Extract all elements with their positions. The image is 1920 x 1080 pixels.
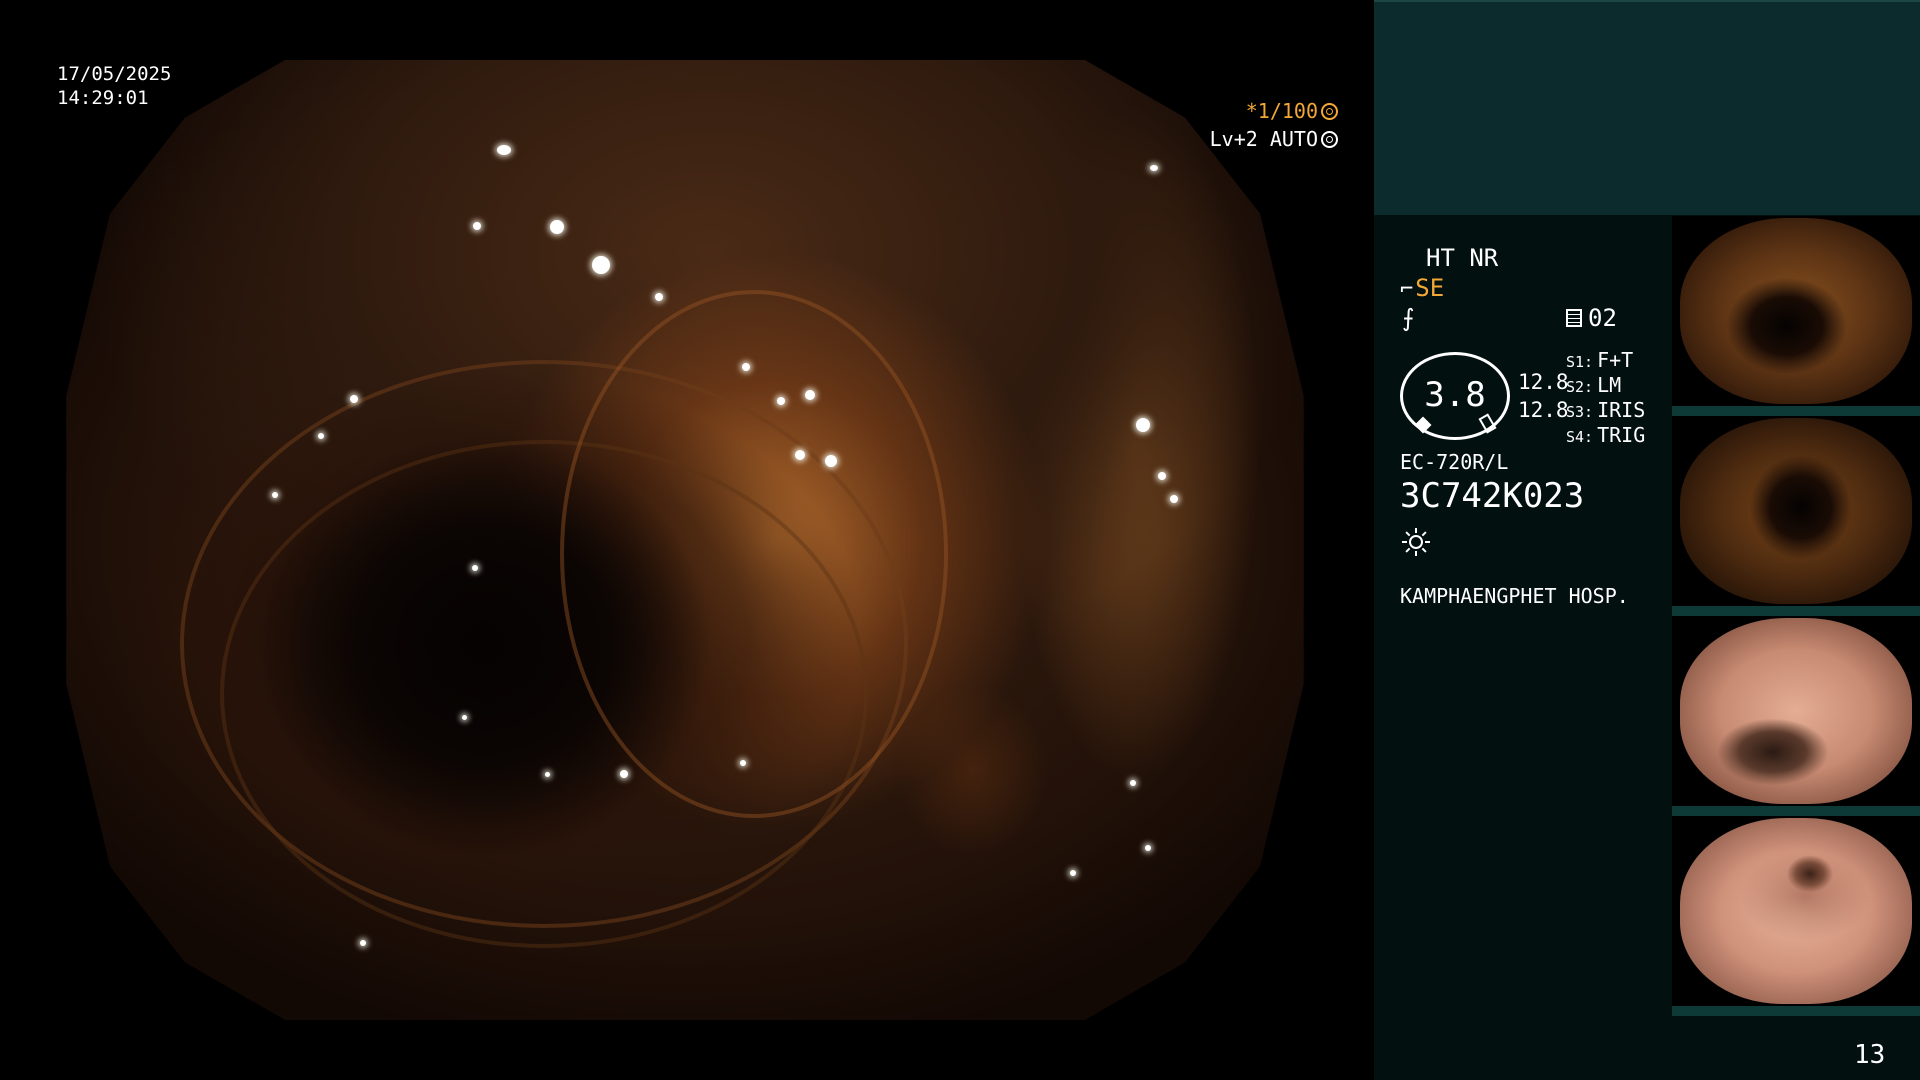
- zoom-gauge: 3.8: [1400, 352, 1510, 440]
- scope-button-key: S2:: [1566, 378, 1594, 396]
- capture-thumbnail[interactable]: [1672, 216, 1920, 416]
- specular-highlight: [318, 433, 324, 439]
- scope-serial: 3C742K023: [1400, 476, 1585, 516]
- scope-button-label: F+T: [1597, 348, 1634, 372]
- ht-nr-label: HT NR: [1426, 244, 1499, 272]
- thumbnail-image: [1680, 818, 1912, 1004]
- endoscopic-colon-image: [66, 60, 1304, 1020]
- specular-highlight: [497, 145, 511, 155]
- scope-button-key: S3:: [1566, 403, 1594, 421]
- zoom-value: 3.8: [1424, 375, 1486, 415]
- specular-highlight: [655, 293, 663, 301]
- readout-value-1: 12.8: [1518, 370, 1569, 394]
- zoom-needle-icon: [1414, 416, 1432, 434]
- specular-highlight: [350, 395, 358, 403]
- mucosal-fold: [560, 290, 948, 818]
- specular-highlight: [272, 492, 278, 498]
- scope-button-s2: S2: LM: [1566, 373, 1621, 397]
- hand-icon: ⌐: [1400, 277, 1414, 302]
- readout-value-2: 12.8: [1518, 398, 1569, 422]
- specular-highlight: [620, 770, 628, 778]
- specular-highlight: [592, 256, 610, 274]
- scope-button-s1: S1: F+T: [1566, 348, 1633, 372]
- scope-button-label: IRIS: [1597, 398, 1646, 422]
- structure-enhance-row: ⌐SE: [1400, 274, 1444, 302]
- specular-highlight: [1130, 780, 1136, 786]
- thumbnail-image: [1680, 618, 1912, 804]
- specular-highlight: [795, 450, 805, 460]
- scope-button-label: TRIG: [1597, 423, 1646, 447]
- thumbnail-image: [1680, 218, 1912, 404]
- scope-button-key: S4:: [1566, 428, 1594, 446]
- scope-button-s3: S3: IRIS: [1566, 398, 1645, 422]
- specular-highlight: [473, 222, 481, 230]
- scope-button-key: S1:: [1566, 353, 1594, 371]
- capture-thumbnail[interactable]: [1672, 816, 1920, 1016]
- structure-enhance-label: SE: [1415, 274, 1445, 302]
- thumbnail-image: [1680, 418, 1912, 604]
- specular-highlight: [805, 390, 815, 400]
- specular-highlight: [1150, 165, 1158, 171]
- zoom-flag-icon: [1478, 413, 1497, 434]
- specular-highlight: [360, 940, 366, 946]
- specular-highlight: [740, 760, 746, 766]
- light-source-icon: [1402, 528, 1430, 556]
- patient-info-bar: [1374, 0, 1920, 215]
- specular-highlight: [1070, 870, 1076, 876]
- status-panel: HT NR ⌐SE ⨍ 02 3.8 12.8 12.8 S1: F+T S2: L…: [1374, 0, 1920, 1080]
- scope-button-label: LM: [1597, 373, 1622, 397]
- page-number: 13: [1854, 1040, 1886, 1070]
- thumbnail-bar: [1672, 1006, 1920, 1016]
- specular-highlight: [1158, 472, 1166, 480]
- specular-highlight: [462, 715, 467, 720]
- specular-highlight: [545, 772, 550, 777]
- specular-highlight: [550, 220, 564, 234]
- date-text: 17/05/2025: [57, 63, 172, 85]
- hospital-name: KAMPHAENGPHET HOSP.: [1400, 584, 1629, 608]
- level-readout: Lv+2 AUTO: [1210, 126, 1338, 152]
- iris-icon: [1321, 131, 1338, 148]
- time-text: 14:29:01: [57, 87, 149, 109]
- thumbnail-bar: [1672, 606, 1920, 616]
- capture-thumbnail[interactable]: [1672, 416, 1920, 616]
- specular-highlight: [1136, 418, 1150, 432]
- thumbnail-bar: [1672, 806, 1920, 816]
- memo-counter: 02: [1566, 304, 1617, 332]
- specular-highlight: [777, 397, 785, 405]
- specular-highlight: [825, 455, 837, 467]
- capture-thumbnail[interactable]: [1672, 616, 1920, 816]
- shutter-text: *1/100: [1245, 99, 1318, 123]
- specular-highlight: [472, 565, 478, 571]
- thumbnail-strip: [1672, 216, 1920, 1016]
- noise-reduction-sign: ⨍: [1402, 304, 1415, 332]
- memo-icon: [1566, 309, 1582, 327]
- shutter-readout: *1/100: [1246, 98, 1338, 124]
- specular-highlight: [742, 363, 750, 371]
- date-time-readout: 17/05/2025 14:29:01: [57, 62, 171, 110]
- scope-model: EC-720R/L: [1400, 450, 1509, 474]
- thumbnail-bar: [1672, 406, 1920, 416]
- specular-highlight: [1170, 495, 1178, 503]
- light-core: [1409, 535, 1423, 549]
- scope-button-s4: S4: TRIG: [1566, 423, 1645, 447]
- endoscope-view: 17/05/2025 14:29:01 *1/100 Lv+2 AUTO: [0, 0, 1374, 1080]
- level-text: Lv+2 AUTO: [1209, 127, 1318, 151]
- specular-highlight: [1145, 845, 1151, 851]
- shutter-icon: [1321, 103, 1338, 120]
- memo-count: 02: [1588, 304, 1617, 332]
